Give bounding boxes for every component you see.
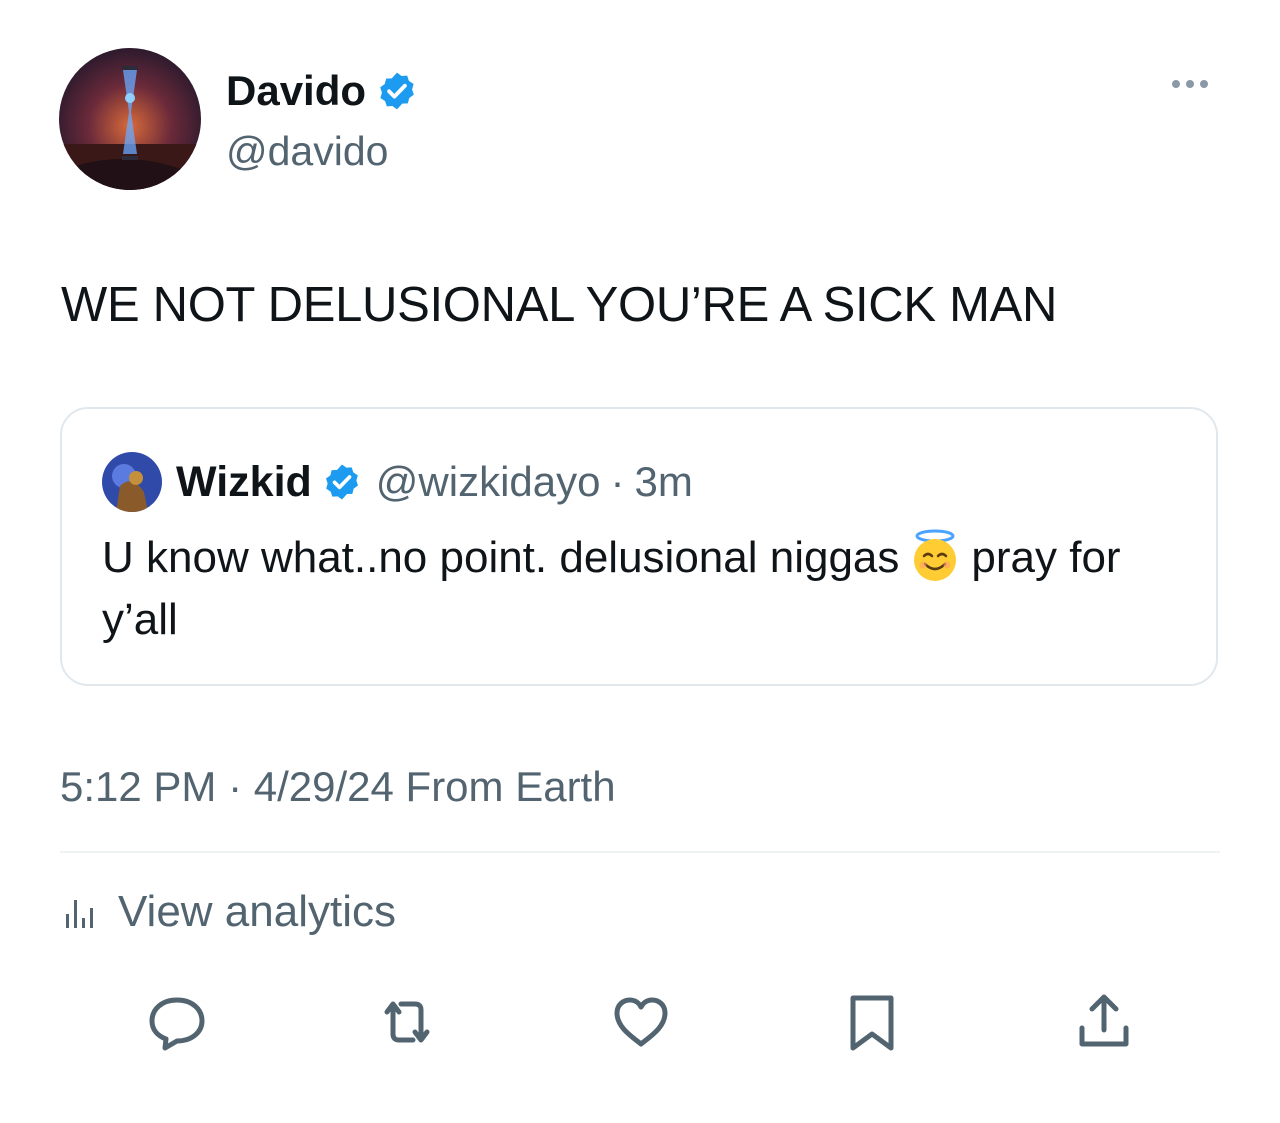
- author-name-row[interactable]: Davido: [226, 66, 418, 116]
- retweet-icon: [384, 1001, 430, 1043]
- quoted-author-avatar[interactable]: [102, 452, 162, 512]
- divider: [60, 851, 1220, 853]
- retweet-button[interactable]: [375, 990, 439, 1054]
- more-options-icon[interactable]: [1172, 80, 1208, 88]
- reply-icon: [149, 997, 205, 1051]
- action-bar: [0, 990, 1280, 1060]
- smiling-face-with-halo-icon: [914, 529, 957, 581]
- bookmark-button[interactable]: [840, 990, 904, 1054]
- bookmark-icon: [850, 995, 894, 1051]
- author-name[interactable]: Davido: [226, 66, 366, 116]
- author-handle[interactable]: @davido: [226, 126, 388, 176]
- quoted-timestamp[interactable]: 3m: [635, 458, 693, 506]
- share-button[interactable]: [1072, 990, 1136, 1054]
- share-icon: [1079, 994, 1129, 1047]
- quoted-author-name[interactable]: Wizkid: [176, 458, 312, 507]
- quoted-tweet[interactable]: Wizkid @wizkidayo · 3m U know what..no p…: [60, 407, 1218, 686]
- author-avatar[interactable]: [59, 48, 201, 190]
- quoted-text-part1: U know what..no point. delusional niggas: [102, 533, 900, 582]
- tweet-meta[interactable]: 5:12 PM · 4/29/24 From Earth: [60, 762, 616, 812]
- like-icon: [614, 997, 668, 1047]
- verified-badge-icon: [380, 72, 414, 110]
- like-button[interactable]: [609, 990, 673, 1054]
- analytics-icon: [66, 900, 93, 928]
- quoted-tweet-text: U know what..no point. delusional niggas…: [102, 527, 1182, 651]
- reply-button[interactable]: [145, 990, 209, 1054]
- quoted-author-handle[interactable]: @wizkidayo: [376, 458, 601, 506]
- verified-badge-icon: [325, 464, 358, 500]
- tweet-text: WE NOT DELUSIONAL YOU’RE A SICK MAN: [61, 278, 1058, 332]
- quoted-separator: ·: [610, 458, 625, 505]
- view-analytics-label: View analytics: [118, 887, 396, 936]
- quoted-tweet-header: Wizkid @wizkidayo · 3m: [102, 451, 693, 513]
- view-analytics-button[interactable]: View analytics: [62, 887, 396, 937]
